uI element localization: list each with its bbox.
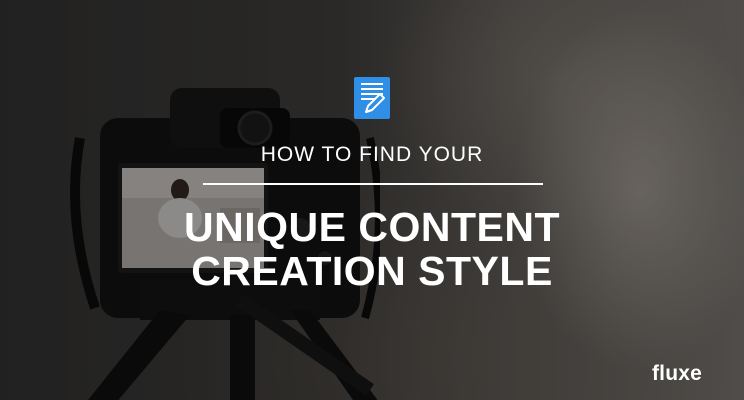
headline-line-1: UNIQUE CONTENT (184, 204, 560, 250)
headline-line-2: CREATION STYLE (191, 248, 553, 294)
subtitle: HOW TO FIND YOUR (260, 143, 484, 166)
blog-header-graphic: HOW TO FIND YOUR UNIQUE CONTENT CREATION… (0, 0, 744, 400)
document-edit-icon (354, 77, 390, 119)
dark-overlay (0, 0, 744, 400)
headline: UNIQUE CONTENT CREATION STYLE (0, 205, 744, 293)
divider-line (203, 183, 543, 185)
brand-logo: fluxe (651, 362, 702, 385)
